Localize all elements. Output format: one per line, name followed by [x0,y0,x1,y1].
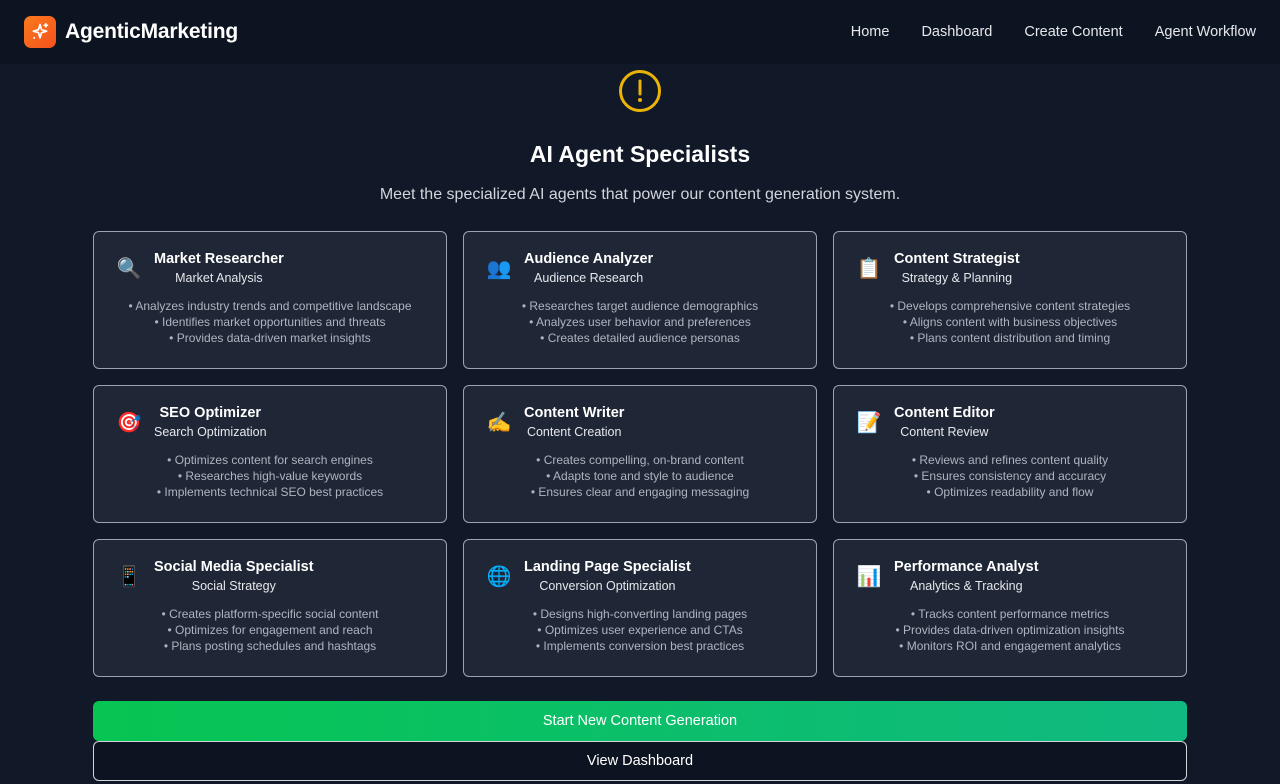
agent-role: Analytics & Tracking [909,579,1023,593]
list-item: Creates platform-specific social content [94,606,446,622]
list-item: Develops comprehensive content strategie… [834,298,1186,314]
brand-name: AgenticMarketing [65,20,238,43]
agent-capabilities: Researches target audience demographics … [464,298,816,346]
section-title: AI Agent Specialists [529,141,751,167]
list-item: Tracks content performance metrics [834,606,1186,622]
list-item: Monitors ROI and engagement analytics [834,638,1186,654]
nav-dashboard[interactable]: Dashboard [921,24,992,40]
mobile-phone-icon: 📱 [116,566,142,588]
list-item: Provides data-driven optimization insigh… [834,622,1186,638]
nav-create-content[interactable]: Create Content [1024,24,1122,40]
agent-capabilities: Optimizes content for search engines Res… [94,452,446,500]
agent-role: Conversion Optimization [539,579,676,593]
list-item: Ensures clear and engaging messaging [464,484,816,500]
agent-capabilities: Develops comprehensive content strategie… [834,298,1186,346]
agent-capabilities: Tracks content performance metrics Provi… [834,606,1186,654]
list-item: Adapts tone and style to audience [464,468,816,484]
list-item: Optimizes readability and flow [834,484,1186,500]
agent-card-content-strategist: 📋 Content Strategist Strategy & Planning… [833,231,1187,369]
agent-role: Audience Research [534,271,644,285]
section-subtitle: Meet the specialized AI agents that powe… [379,186,901,203]
people-icon: 👥 [486,258,512,280]
agent-title: SEO Optimizer [159,405,262,421]
list-item: Optimizes user experience and CTAs [464,622,816,638]
list-item: Identifies market opportunities and thre… [94,314,446,330]
list-item: Plans content distribution and timing [834,330,1186,346]
agent-card-social-media-specialist: 📱 Social Media Specialist Social Strateg… [93,539,447,677]
agent-card-content-editor: 📝 Content Editor Content Review Reviews … [833,385,1187,523]
agent-grid: 🔍 Market Researcher Market Analysis Anal… [93,231,1187,677]
agent-title: Market Researcher [154,251,284,267]
agent-card-performance-analyst: 📊 Performance Analyst Analytics & Tracki… [833,539,1187,677]
agent-card-audience-analyzer: 👥 Audience Analyzer Audience Research Re… [463,231,817,369]
top-navbar: AgenticMarketing Home Dashboard Create C… [0,0,1280,64]
agent-role: Search Optimization [154,425,267,439]
agent-capabilities: Creates platform-specific social content… [94,606,446,654]
agent-card-landing-page-specialist: 🌐 Landing Page Specialist Conversion Opt… [463,539,817,677]
agent-card-content-writer: ✍️ Content Writer Content Creation Creat… [463,385,817,523]
agent-title: Content Strategist [894,251,1020,267]
list-item: Optimizes content for search engines [94,452,446,468]
list-item: Optimizes for engagement and reach [94,622,446,638]
nav-home[interactable]: Home [851,24,890,40]
main-nav: Home Dashboard Create Content Agent Work… [851,24,1256,40]
list-item: Provides data-driven market insights [94,330,446,346]
agent-capabilities: Analyzes industry trends and competitive… [94,298,446,346]
agent-capabilities: Designs high-converting landing pages Op… [464,606,816,654]
list-item: Aligns content with business objectives [834,314,1186,330]
brand[interactable]: AgenticMarketing [24,16,238,48]
list-item: Researches high-value keywords [94,468,446,484]
agent-title: Audience Analyzer [524,251,654,267]
agent-role: Content Creation [526,425,622,439]
agent-role: Content Review [900,425,989,439]
agent-role: Strategy & Planning [901,271,1013,285]
list-item: Analyzes industry trends and competitive… [94,298,446,314]
list-item: Analyzes user behavior and preferences [464,314,816,330]
agent-card-seo-optimizer: 🎯 SEO Optimizer Search Optimization Opti… [93,385,447,523]
agent-role: Market Analysis [175,271,263,285]
exclamation-circle-icon [619,70,661,112]
globe-icon: 🌐 [486,566,512,588]
list-item: Ensures consistency and accuracy [834,468,1186,484]
agent-role: Social Strategy [191,579,276,593]
nav-agent-workflow[interactable]: Agent Workflow [1155,24,1256,40]
target-icon: 🎯 [116,412,142,434]
agent-capabilities: Creates compelling, on-brand content Ada… [464,452,816,500]
list-item: Implements technical SEO best practices [94,484,446,500]
agent-card-market-researcher: 🔍 Market Researcher Market Analysis Anal… [93,231,447,369]
agent-title: Content Editor [894,405,995,421]
magnifier-icon: 🔍 [116,258,142,280]
start-new-content-generation-button[interactable]: Start New Content Generation [93,701,1187,741]
clipboard-icon: 📋 [856,258,882,280]
view-dashboard-button[interactable]: View Dashboard [93,741,1187,781]
list-item: Implements conversion best practices [464,638,816,654]
list-item: Designs high-converting landing pages [464,606,816,622]
list-item: Reviews and refines content quality [834,452,1186,468]
bar-chart-icon: 📊 [856,566,882,588]
list-item: Researches target audience demographics [464,298,816,314]
list-item: Creates detailed audience personas [464,330,816,346]
agent-capabilities: Reviews and refines content quality Ensu… [834,452,1186,500]
list-item: Creates compelling, on-brand content [464,452,816,468]
sparkles-icon [24,16,56,48]
writing-hand-icon: ✍️ [486,412,512,434]
agent-title: Social Media Specialist [154,559,314,575]
agent-title: Content Writer [524,405,625,421]
list-item: Plans posting schedules and hashtags [94,638,446,654]
agent-title: Performance Analyst [894,559,1039,575]
memo-icon: 📝 [856,412,882,434]
agent-title: Landing Page Specialist [524,559,691,575]
